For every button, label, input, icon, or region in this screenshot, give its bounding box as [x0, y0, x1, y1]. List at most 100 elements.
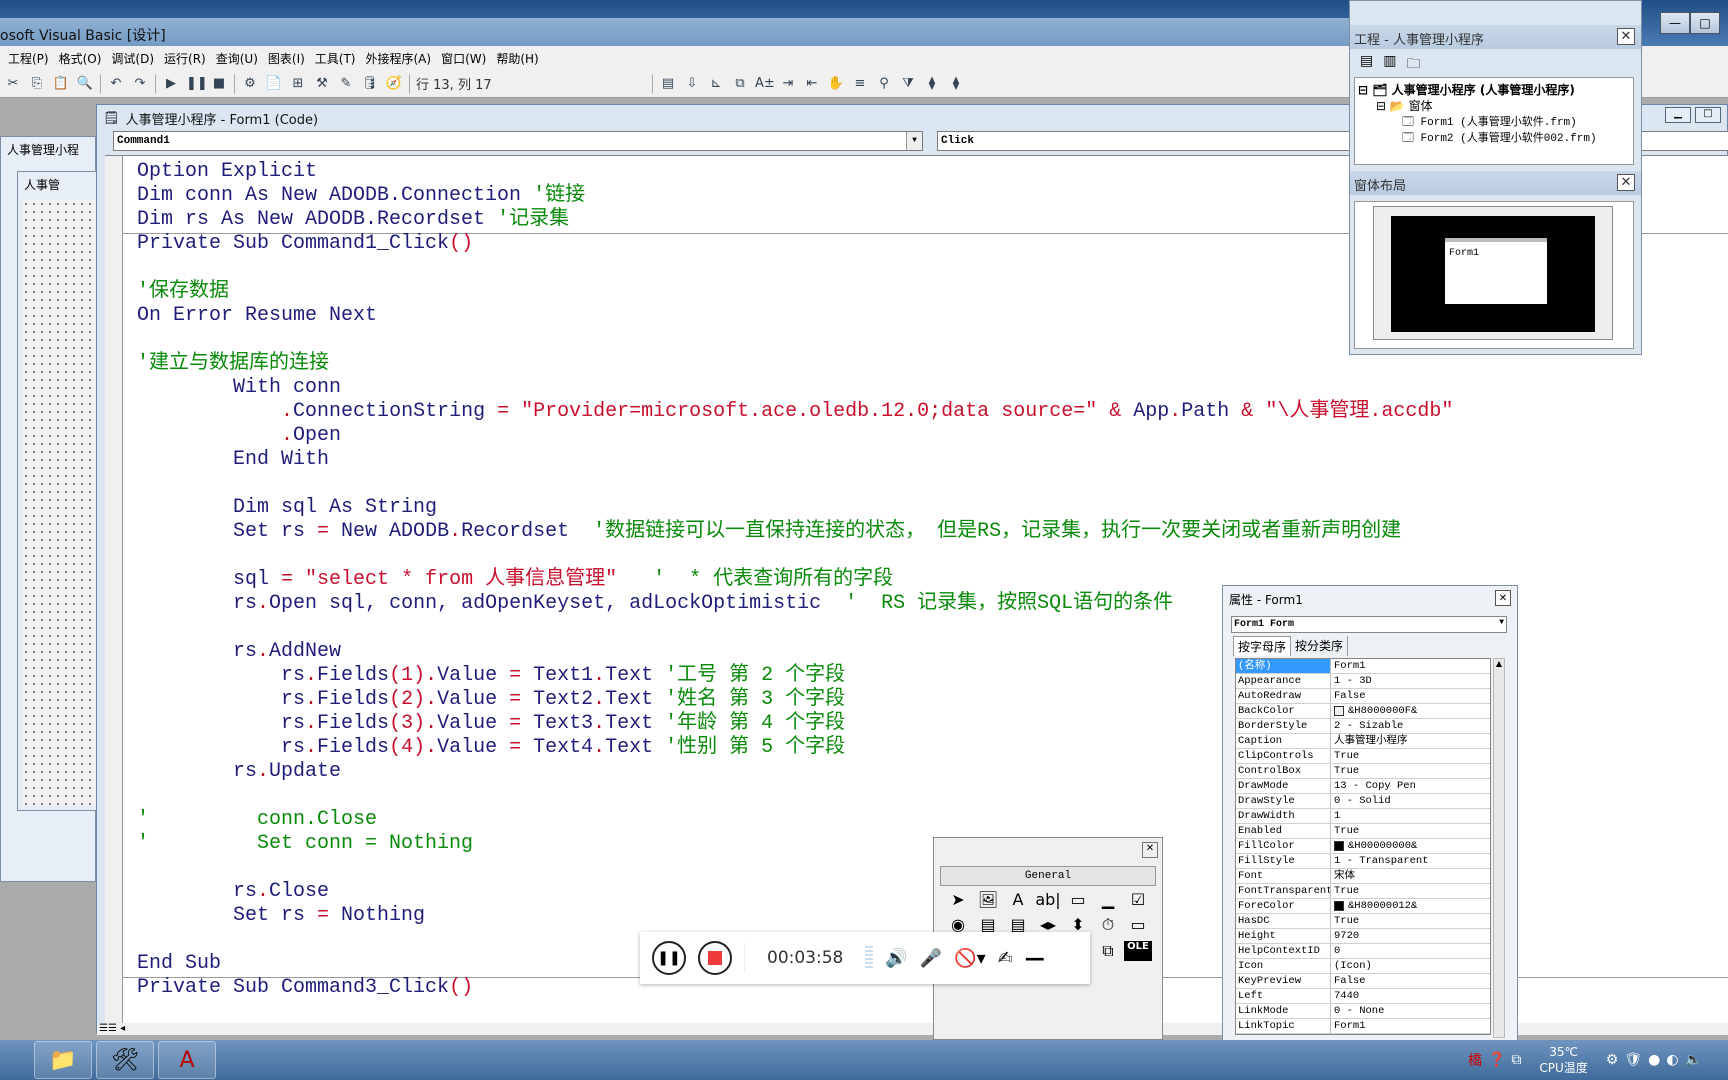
form-grid[interactable] — [22, 200, 98, 806]
toolbox-control-icon[interactable]: ab| — [1034, 890, 1062, 909]
code-line[interactable] — [137, 472, 1453, 496]
code-line[interactable] — [137, 544, 1453, 568]
property-row[interactable]: HelpContextID 0 — [1236, 944, 1490, 959]
volume-icon[interactable]: 🔈 — [1685, 1052, 1702, 1068]
chevron-down-icon[interactable]: ▼ — [906, 132, 922, 150]
property-row[interactable]: LinkMode 0 - None — [1236, 1004, 1490, 1019]
tab-categorized[interactable]: 按分类序 — [1291, 636, 1349, 656]
toolbar-icon[interactable]: ■ — [210, 76, 228, 91]
property-value[interactable]: &H00000000& — [1331, 839, 1490, 853]
toolbar-icon[interactable]: 📄 — [265, 76, 283, 91]
code-line[interactable]: On Error Resume Next — [137, 304, 1453, 328]
code-line[interactable]: Dim conn As New ADODB.Connection '链接 — [137, 184, 1453, 208]
code-line[interactable]: .Open — [137, 424, 1453, 448]
property-row[interactable]: DrawStyle 0 - Solid — [1236, 794, 1490, 809]
help-icon[interactable]: ❓ — [1488, 1052, 1505, 1068]
property-row[interactable]: KeyPreview False — [1236, 974, 1490, 989]
drag-handle[interactable] — [865, 946, 874, 970]
microphone-icon[interactable]: 🎤 — [920, 948, 942, 969]
toolbar-icon[interactable]: 🧭 — [385, 76, 403, 91]
property-value[interactable]: 0 — [1331, 944, 1490, 958]
property-value[interactable]: True — [1331, 884, 1490, 898]
property-row[interactable]: ForeColor &H80000012& — [1236, 899, 1490, 914]
property-value[interactable]: 7440 — [1331, 989, 1490, 1003]
property-row[interactable]: Left 7440 — [1236, 989, 1490, 1004]
property-value[interactable]: Form1 — [1331, 659, 1490, 673]
project-explorer[interactable]: 工程 - 人事管理小程序 ✕ ▤ ▥ 🗀 ⊟ 🗂 人事管理小程序 (人事管理小程序) … — [1349, 0, 1642, 355]
toolbox-tab-general[interactable]: General — [940, 866, 1156, 886]
menu-item-7[interactable]: 外接程序(A) — [366, 50, 432, 67]
property-value[interactable]: 0 - Solid — [1331, 794, 1490, 808]
property-row[interactable]: ControlBox True — [1236, 764, 1490, 779]
toolbox-control-icon[interactable]: ▭ — [1064, 890, 1092, 909]
tree-item-form1[interactable]: 🗔 Form1 (人事管理小软件.frm) — [1358, 113, 1630, 129]
tree-folder[interactable]: ⊟ 📂 窗体 — [1358, 97, 1630, 113]
toolbox-control-icon[interactable]: ▁ — [1094, 890, 1122, 909]
code-line[interactable]: Private Sub Command1_Click() — [137, 232, 1453, 256]
edit-toolbar-icon[interactable]: ⇥ — [779, 76, 797, 91]
code-line[interactable] — [137, 328, 1453, 352]
edit-toolbar-icon[interactable]: ⧩ — [899, 76, 917, 91]
close-layout-button[interactable]: ✕ — [1617, 174, 1635, 191]
property-row[interactable]: BorderStyle 2 - Sizable — [1236, 719, 1490, 734]
property-value[interactable]: False — [1331, 689, 1490, 703]
vb-taskbar-button[interactable]: 🛠 — [96, 1041, 154, 1079]
toolbox-control-icon[interactable]: ▭ — [1124, 915, 1152, 935]
property-row[interactable]: Enabled True — [1236, 824, 1490, 839]
toolbox-control-icon[interactable]: 🖼 — [974, 890, 1002, 909]
property-row[interactable]: Caption 人事管理小程序 — [1236, 734, 1490, 749]
property-row[interactable]: FontTransparent True — [1236, 884, 1490, 899]
property-value[interactable]: True — [1331, 749, 1490, 763]
menu-item-2[interactable]: 调试(D) — [111, 50, 154, 67]
property-value[interactable]: 2 - Sizable — [1331, 719, 1490, 733]
tray-icon[interactable]: ● — [1648, 1052, 1660, 1068]
project-tree[interactable]: ⊟ 🗂 人事管理小程序 (人事管理小程序) ⊟ 📂 窗体 🗔 Form1 (人事… — [1354, 77, 1634, 165]
toolbar-icon[interactable]: ✎ — [337, 76, 355, 91]
menu-item-1[interactable]: 格式(O) — [59, 50, 102, 67]
property-value[interactable]: 9720 — [1331, 929, 1490, 943]
property-value[interactable]: &H80000012& — [1331, 899, 1490, 913]
form-layout[interactable]: Form1 — [1354, 201, 1634, 349]
toolbar-icon[interactable]: ⊞ — [289, 76, 307, 91]
property-value[interactable]: False — [1331, 974, 1490, 988]
speaker-icon[interactable]: 🔊 — [885, 948, 907, 969]
properties-scrollbar[interactable]: ▲ — [1493, 658, 1505, 1038]
menu-item-3[interactable]: 运行(R) — [164, 50, 206, 67]
toolbar-icon[interactable]: ❚❚ — [186, 76, 208, 91]
toolbar-icon[interactable]: ⚙ — [241, 76, 259, 91]
code-line[interactable]: '建立与数据库的连接 — [137, 352, 1453, 376]
edit-toolbar-icon[interactable]: ≡ — [851, 76, 869, 91]
code-line[interactable]: .ConnectionString = "Provider=microsoft.… — [137, 400, 1453, 424]
property-row[interactable]: HasDC True — [1236, 914, 1490, 929]
access-taskbar-button[interactable]: A — [158, 1041, 216, 1079]
property-value[interactable]: 宋体 — [1331, 869, 1490, 883]
property-value[interactable]: 1 - Transparent — [1331, 854, 1490, 868]
minimize-button[interactable]: — — [1660, 12, 1690, 34]
property-row[interactable]: Appearance 1 - 3D — [1236, 674, 1490, 689]
toolbar-icon[interactable]: ⚒ — [313, 76, 331, 91]
toolbox-control-icon[interactable]: ➤ — [944, 890, 972, 909]
property-row[interactable]: AutoRedraw False — [1236, 689, 1490, 704]
toolbox-control-icon[interactable]: OLE — [1124, 941, 1152, 961]
property-value[interactable]: Form1 — [1331, 1019, 1490, 1033]
tray-icon[interactable]: ⚙ — [1606, 1052, 1619, 1068]
property-row[interactable]: BackColor &H8000000F& — [1236, 704, 1490, 719]
shield-icon[interactable]: 🛡 — [1624, 1052, 1642, 1068]
tab-alphabetic[interactable]: 按字母序 — [1233, 636, 1292, 656]
property-value[interactable]: True — [1331, 764, 1490, 778]
property-value[interactable]: 人事管理小程序 — [1331, 734, 1490, 748]
form1-window[interactable]: 人事管 — [17, 171, 98, 811]
code-minimize-button[interactable]: ▁ — [1665, 107, 1691, 123]
toolbar-icon[interactable]: 🔍 — [76, 76, 94, 91]
edit-toolbar-icon[interactable]: ⧉ — [731, 76, 749, 91]
camera-off-icon[interactable]: 🚫▾ — [954, 948, 985, 969]
toolbar-icon[interactable]: ✂ — [4, 76, 22, 91]
property-value[interactable]: &H8000000F& — [1331, 704, 1490, 718]
property-value[interactable]: True — [1331, 824, 1490, 838]
code-line[interactable]: '保存数据 — [137, 280, 1453, 304]
property-row[interactable]: FillStyle 1 - Transparent — [1236, 854, 1490, 869]
property-value[interactable]: 13 - Copy Pen — [1331, 779, 1490, 793]
properties-window[interactable]: 属性 - Form1 ✕ Form1 Form ▼ 按字母序 按分类序 (名称) Fo… — [1222, 585, 1518, 1045]
code-line[interactable]: With conn — [137, 376, 1453, 400]
properties-grid[interactable]: (名称) Form1 Appearance 1 - 3D AutoRedraw False… — [1235, 658, 1491, 1035]
